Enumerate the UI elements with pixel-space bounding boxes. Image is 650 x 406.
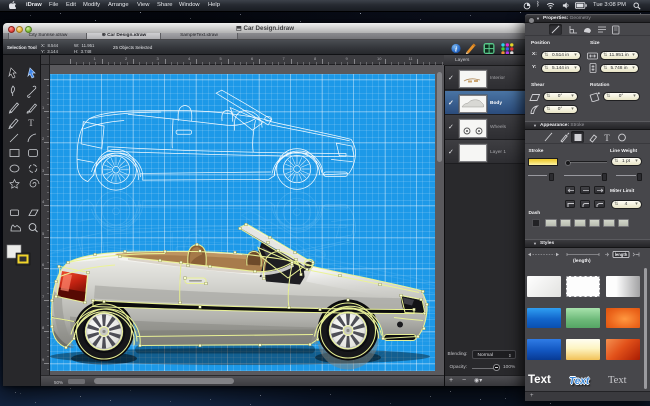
svg-text:T: T xyxy=(28,118,34,128)
svg-text:length: length xyxy=(615,252,628,257)
svg-text:T: T xyxy=(604,133,610,143)
